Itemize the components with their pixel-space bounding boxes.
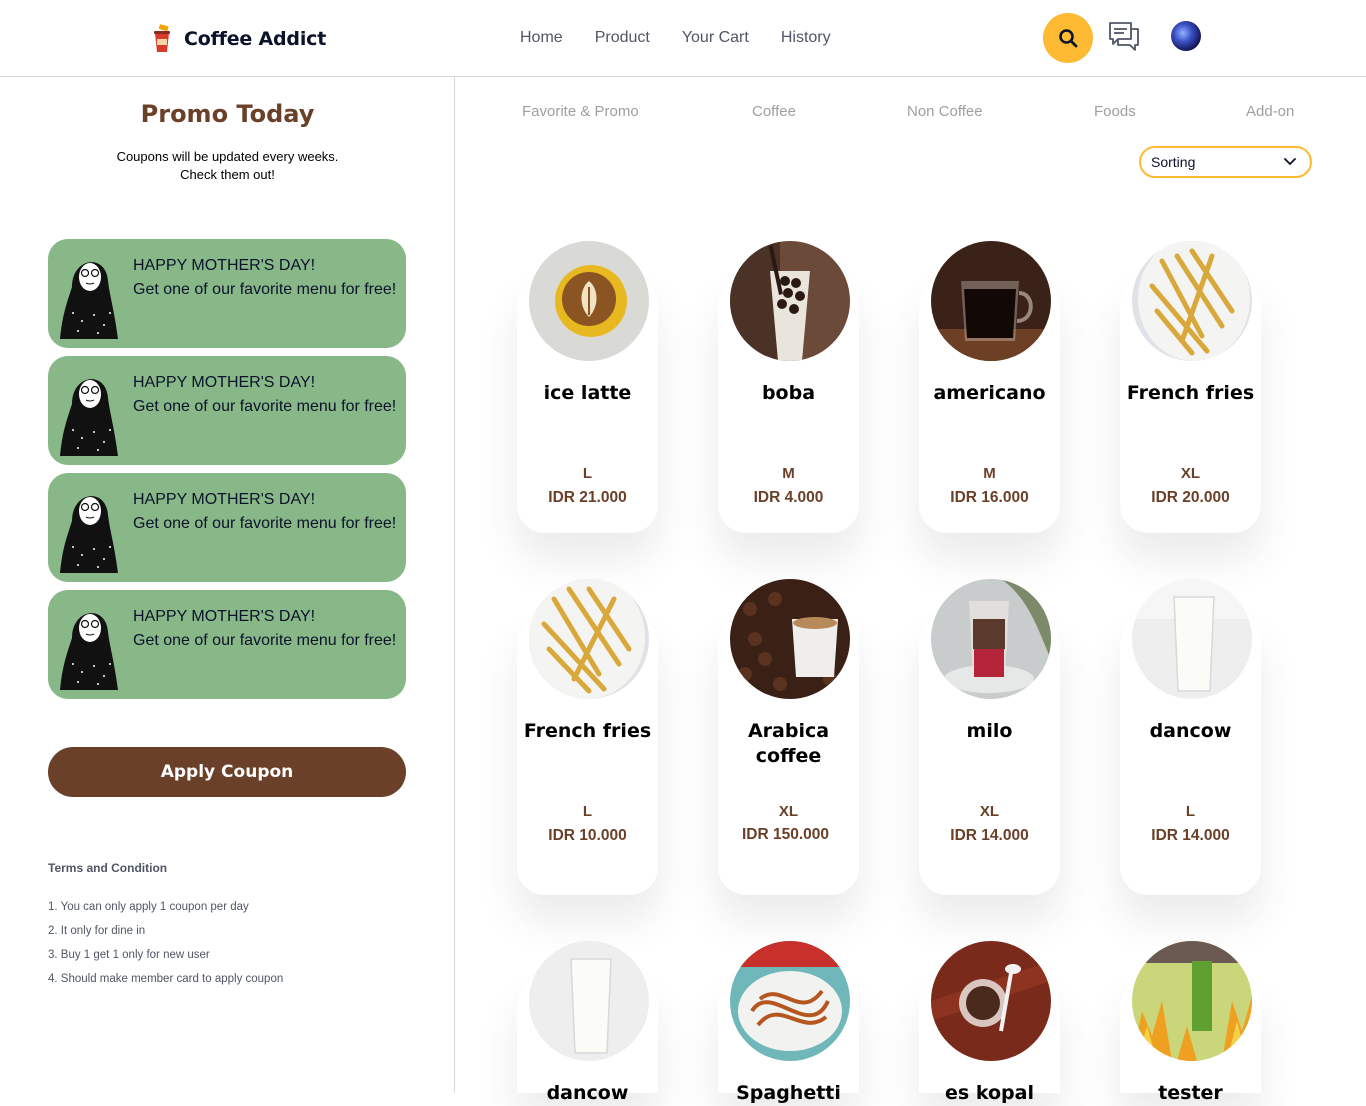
es-kopal-image-icon	[931, 941, 1051, 1061]
coupon-heading: HAPPY MOTHER'S DAY!	[133, 257, 316, 274]
sorting-label: Sorting	[1151, 154, 1196, 170]
tab-coffee[interactable]: Coffee	[752, 103, 796, 120]
product-size: M	[983, 465, 996, 482]
terms-item: 3. Buy 1 get 1 only for new user	[48, 949, 210, 961]
product-size: XL	[1180, 465, 1201, 482]
tab-add-on[interactable]: Add-on	[1246, 103, 1294, 120]
coupon-body: Get one of our favorite menu for free!	[133, 398, 397, 415]
product-name: es kopal	[945, 1082, 1034, 1104]
search-button[interactable]	[1043, 13, 1093, 63]
coupon-body: Get one of our favorite menu for free!	[133, 515, 397, 532]
dancow-image-icon	[1132, 579, 1252, 699]
product-size: XL	[979, 803, 1000, 820]
boba-image-icon	[730, 241, 850, 361]
product-name: dancow	[546, 1082, 629, 1104]
mother-illustration-icon	[60, 262, 118, 339]
user-avatar[interactable]	[1171, 21, 1201, 51]
coupon-heading: HAPPY MOTHER'S DAY!	[133, 608, 316, 625]
search-icon	[1059, 29, 1078, 48]
product-price: IDR 20.000	[1151, 489, 1230, 506]
apply-coupon-button[interactable]: Apply Coupon	[48, 747, 406, 797]
product-price: IDR 14.000	[950, 827, 1029, 844]
americano-image-icon	[931, 241, 1051, 361]
milo-image-icon	[931, 579, 1051, 699]
sorting-select[interactable]: Sorting	[1139, 146, 1312, 178]
dancow-image-icon	[529, 941, 649, 1061]
coupon-heading: HAPPY MOTHER'S DAY!	[133, 491, 316, 508]
product-price: IDR 16.000	[950, 489, 1029, 506]
product-name: Spaghetti	[736, 1082, 841, 1104]
terms-item: 4. Should make member card to apply coup…	[48, 973, 284, 985]
chat-icon[interactable]	[1107, 20, 1141, 54]
nav-your-cart[interactable]: Your Cart	[682, 29, 749, 47]
product-name: boba	[761, 382, 816, 404]
coupon-card[interactable]: HAPPY MOTHER'S DAY! Get one of our favor…	[48, 239, 406, 348]
tab-favorite-promo[interactable]: Favorite & Promo	[522, 103, 639, 120]
product-price: IDR 14.000	[1151, 827, 1230, 844]
product-name: Arabica coffee	[747, 720, 830, 767]
product-size: M	[782, 465, 795, 482]
ice-latte-image-icon	[529, 241, 649, 361]
terms-item: 1. You can only apply 1 coupon per day	[48, 901, 249, 913]
product-price: IDR 150.000	[742, 826, 830, 843]
product-size: L	[1185, 803, 1196, 820]
category-tabs: Favorite & Promo Coffee Non Coffee Foods…	[455, 103, 1366, 125]
promo-subtitle-line: Check them out!	[180, 167, 275, 182]
top-navbar: Coffee Addict Home Product Your Cart His…	[0, 0, 1366, 77]
brand[interactable]: Coffee Addict	[150, 24, 326, 54]
coupon-heading: HAPPY MOTHER'S DAY!	[133, 374, 316, 391]
coupon-body: Get one of our favorite menu for free!	[133, 281, 397, 298]
coupon-text: HAPPY MOTHER'S DAY! Get one of our favor…	[133, 254, 398, 302]
promo-title: Promo Today	[140, 100, 315, 128]
coupon-text: HAPPY MOTHER'S DAY! Get one of our favor…	[133, 605, 398, 653]
product-price: IDR 10.000	[548, 827, 627, 844]
nav-history[interactable]: History	[781, 29, 831, 47]
product-size: L	[582, 465, 593, 482]
product-name: tester	[1158, 1082, 1223, 1104]
promo-panel: Promo Today Coupons will be updated ever…	[0, 77, 455, 1093]
nav-product[interactable]: Product	[595, 29, 650, 47]
product-size: XL	[778, 803, 799, 820]
tab-non-coffee[interactable]: Non Coffee	[907, 103, 983, 120]
french-fries-image-icon	[529, 579, 649, 699]
tab-foods[interactable]: Foods	[1094, 103, 1136, 120]
product-name: French fries	[523, 720, 652, 742]
coffee-cup-logo-icon	[154, 24, 170, 52]
coupon-card[interactable]: HAPPY MOTHER'S DAY! Get one of our favor…	[48, 473, 406, 582]
coupon-card[interactable]: HAPPY MOTHER'S DAY! Get one of our favor…	[48, 590, 406, 699]
mother-illustration-icon	[60, 496, 118, 573]
terms-title: Terms and Condition	[48, 861, 168, 875]
nav-home[interactable]: Home	[520, 29, 563, 47]
product-name: dancow	[1149, 720, 1232, 742]
terms-item: 2. It only for dine in	[48, 925, 146, 937]
coupon-text: HAPPY MOTHER'S DAY! Get one of our favor…	[133, 488, 398, 536]
coupon-card[interactable]: HAPPY MOTHER'S DAY! Get one of our favor…	[48, 356, 406, 465]
product-price: IDR 21.000	[548, 489, 627, 506]
main-nav: Home Product Your Cart History	[520, 29, 831, 47]
promo-subtitle: Coupons will be updated every weeks. Che…	[0, 148, 455, 184]
coupon-text: HAPPY MOTHER'S DAY! Get one of our favor…	[133, 371, 398, 419]
product-name: milo	[966, 720, 1013, 742]
product-size: L	[582, 803, 593, 820]
promo-subtitle-line: Coupons will be updated every weeks.	[116, 149, 339, 164]
arabica-coffee-image-icon	[730, 579, 850, 699]
french-fries-image-icon	[1132, 241, 1252, 361]
spaghetti-image-icon	[730, 941, 850, 1061]
chevron-down-icon	[1284, 158, 1296, 166]
brand-name: Coffee Addict	[184, 28, 327, 50]
product-name: French fries	[1126, 382, 1255, 404]
terms-list: 1. You can only apply 1 coupon per day 2…	[48, 895, 283, 991]
tester-image-icon	[1132, 941, 1252, 1061]
product-name: ice latte	[543, 382, 632, 404]
product-name: americano	[933, 382, 1046, 404]
mother-illustration-icon	[60, 379, 118, 456]
coupon-body: Get one of our favorite menu for free!	[133, 632, 397, 649]
mother-illustration-icon	[60, 613, 118, 690]
product-price: IDR 4.000	[753, 489, 824, 506]
